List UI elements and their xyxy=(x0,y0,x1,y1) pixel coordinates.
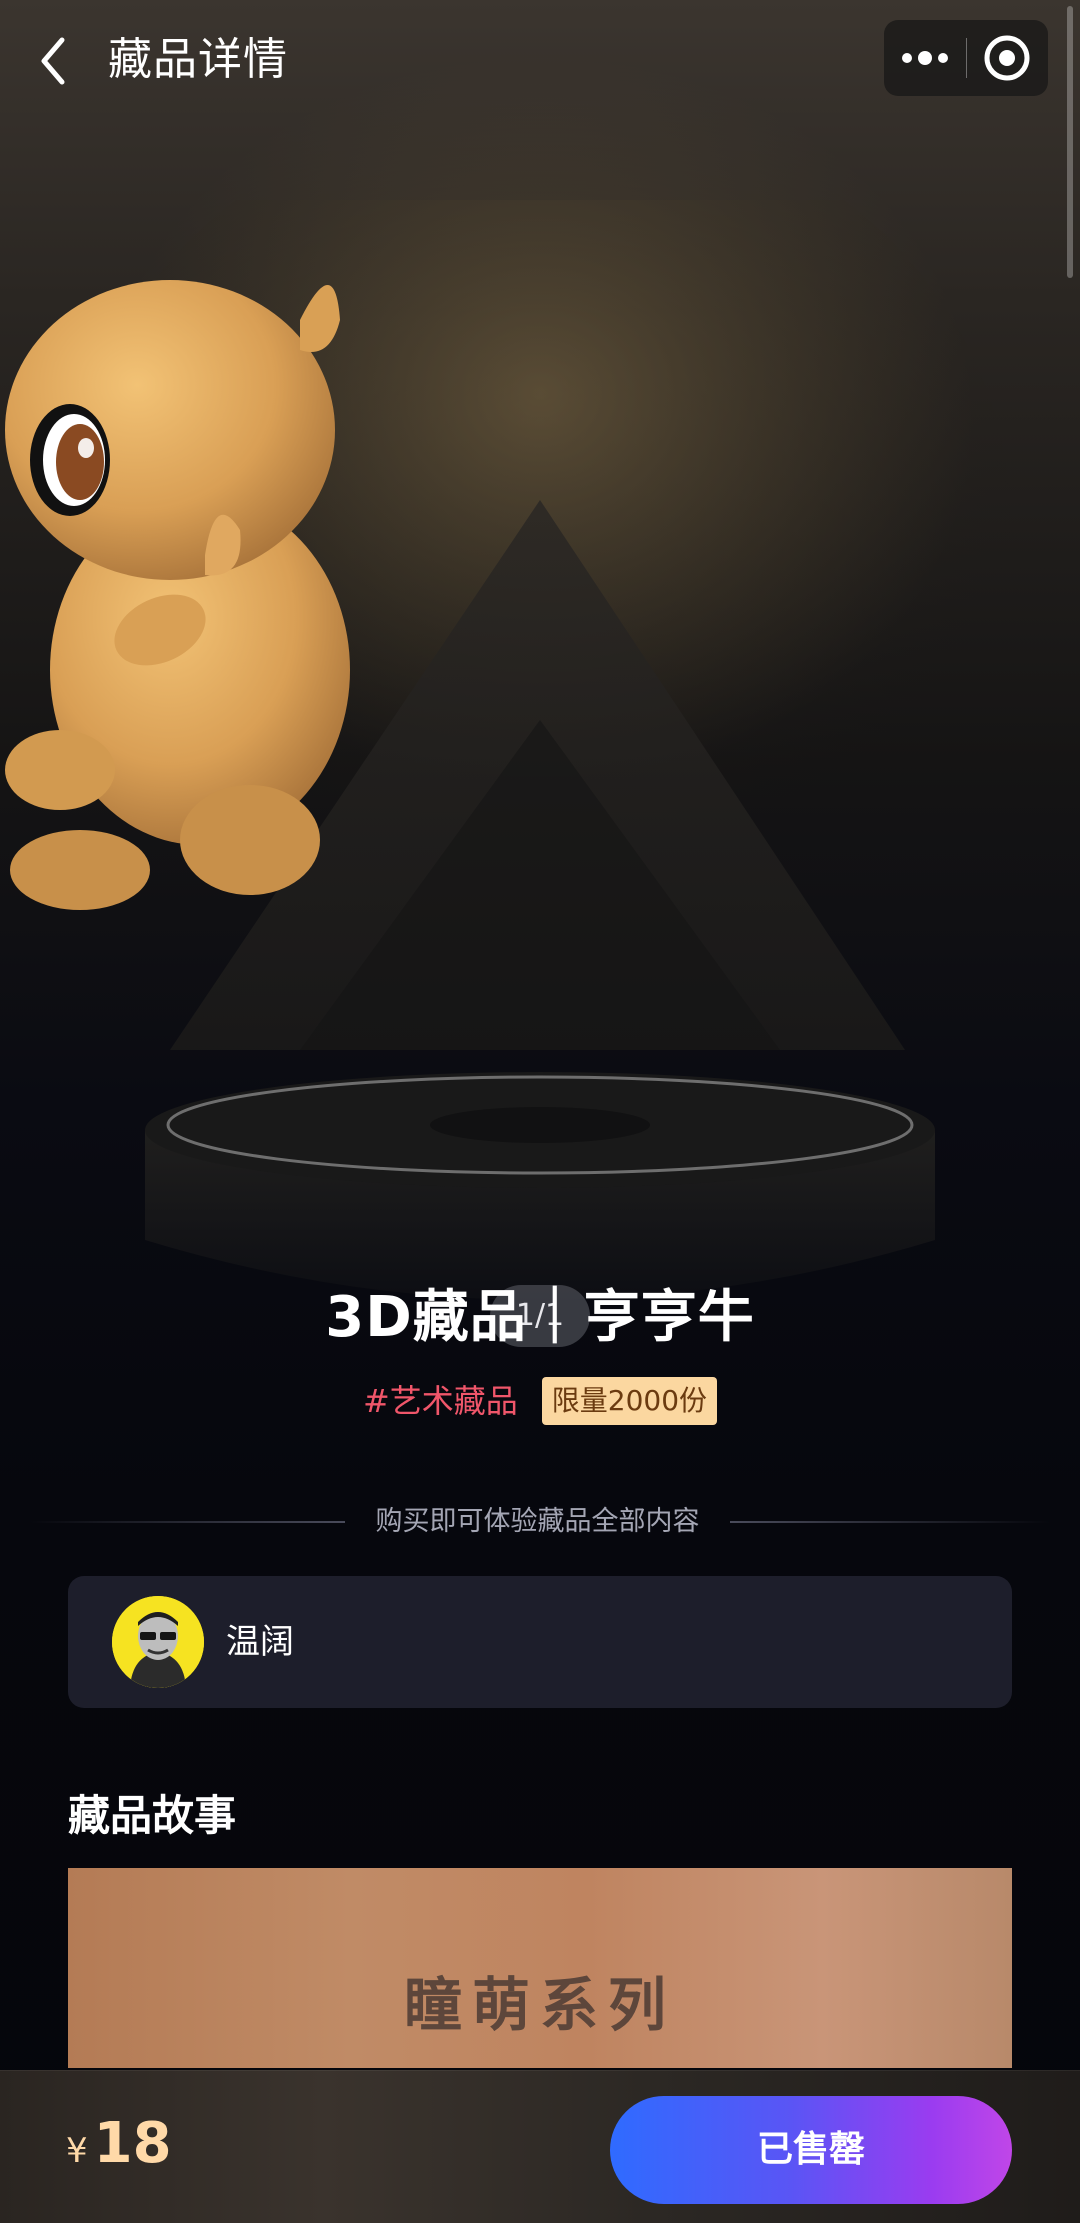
calf-figurine-image xyxy=(5,280,350,910)
creator-card[interactable]: 温阔 xyxy=(68,1576,1012,1708)
top-navigation-bar: 藏品详情 xyxy=(0,0,1080,120)
story-banner-image: 瞳萌系列 xyxy=(68,1868,1012,2068)
purchase-note-text: 购买即可体验藏品全部内容 xyxy=(375,1506,700,1537)
category-tag[interactable]: #艺术藏品 xyxy=(363,1376,518,1426)
mini-program-capsule xyxy=(884,20,1048,96)
price: ¥18 xyxy=(66,2111,172,2181)
close-circle-icon xyxy=(984,35,1030,81)
divider-line-right xyxy=(730,1521,1050,1523)
model-viewer[interactable]: 1/1 xyxy=(0,200,1080,1380)
collectible-title: 3D藏品｜亨亨牛 xyxy=(325,1285,755,1350)
page-title: 藏品详情 xyxy=(108,34,288,85)
back-button[interactable] xyxy=(30,26,90,96)
chevron-left-icon xyxy=(41,37,65,85)
close-button[interactable] xyxy=(967,20,1048,96)
purchase-bar: ¥18 已售罄 xyxy=(0,2070,1080,2223)
divider-line-left xyxy=(30,1521,345,1523)
story-banner-text: 瞳萌系列 xyxy=(403,1971,676,2039)
price-amount: 18 xyxy=(93,2111,172,2176)
currency-symbol: ¥ xyxy=(66,2131,88,2171)
more-button[interactable] xyxy=(884,20,966,96)
collectible-detail-screen: 藏品详情 1/1 3D藏品｜亨亨牛 #艺术藏品 限量2000份 购买即可体验藏品… xyxy=(0,0,1080,2223)
avatar xyxy=(112,1596,204,1688)
creator-name: 温阔 xyxy=(226,1622,294,1662)
creator-avatar-image xyxy=(112,1596,204,1688)
limited-edition-badge: 限量2000份 xyxy=(541,1377,718,1425)
tag-row: #艺术藏品 限量2000份 xyxy=(0,1376,1080,1426)
sold-out-button[interactable]: 已售罄 xyxy=(610,2096,1012,2204)
more-dots-icon xyxy=(902,51,948,65)
purchase-note: 购买即可体验藏品全部内容 xyxy=(30,1500,1050,1544)
story-heading: 藏品故事 xyxy=(68,1791,237,1840)
